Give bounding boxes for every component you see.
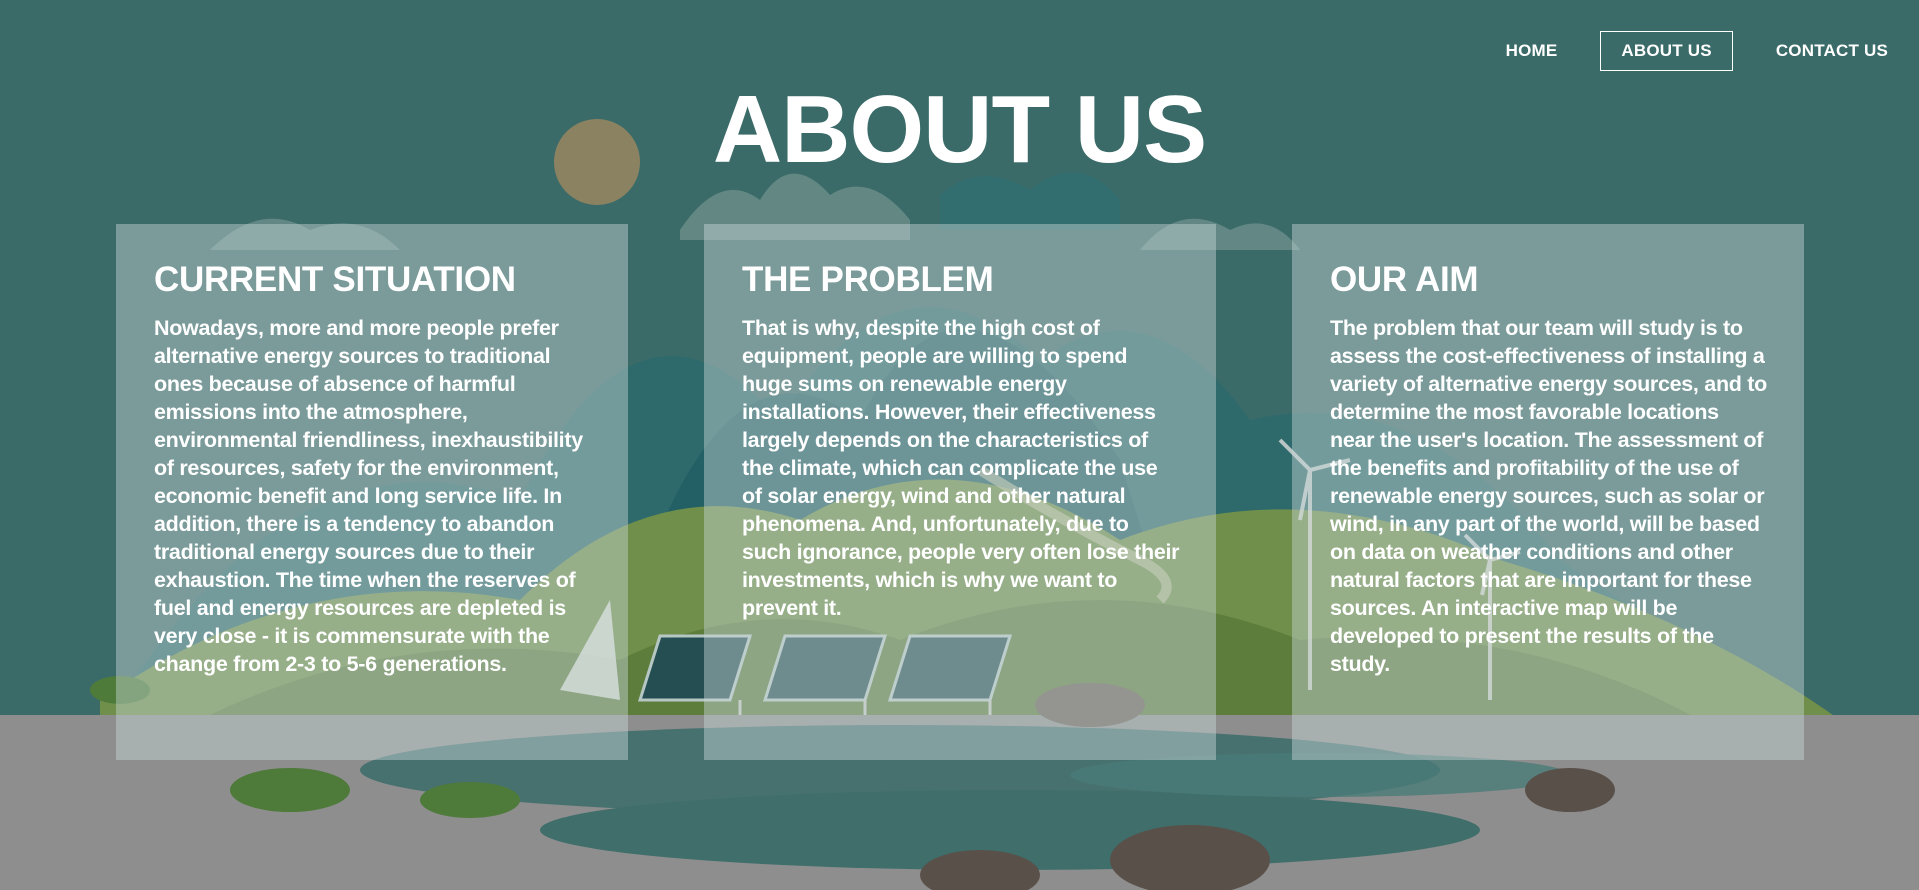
nav-about-us-link[interactable]: ABOUT US [1600,31,1733,71]
card-text: Nowadays, more and more people prefer al… [154,316,583,676]
top-navigation: HOME ABOUT US CONTACT US [1485,30,1919,72]
card-text: That is why, despite the high cost of eq… [742,316,1180,620]
card-title: THE PROBLEM [742,260,994,299]
card-our-aim: OUR AIM The problem that our team will s… [1292,224,1804,760]
nav-home-link[interactable]: HOME [1485,31,1579,71]
card-title: OUR AIM [1330,260,1479,299]
card-the-problem: THE PROBLEM That is why, despite the hig… [704,224,1216,760]
nav-contact-us-link[interactable]: CONTACT US [1755,31,1909,71]
page-title: ABOUT US [712,76,1207,183]
card-text: The problem that our team will study is … [1330,316,1767,676]
card-current-situation: CURRENT SITUATION Nowadays, more and mor… [116,224,628,760]
card-title: CURRENT SITUATION [154,260,516,299]
